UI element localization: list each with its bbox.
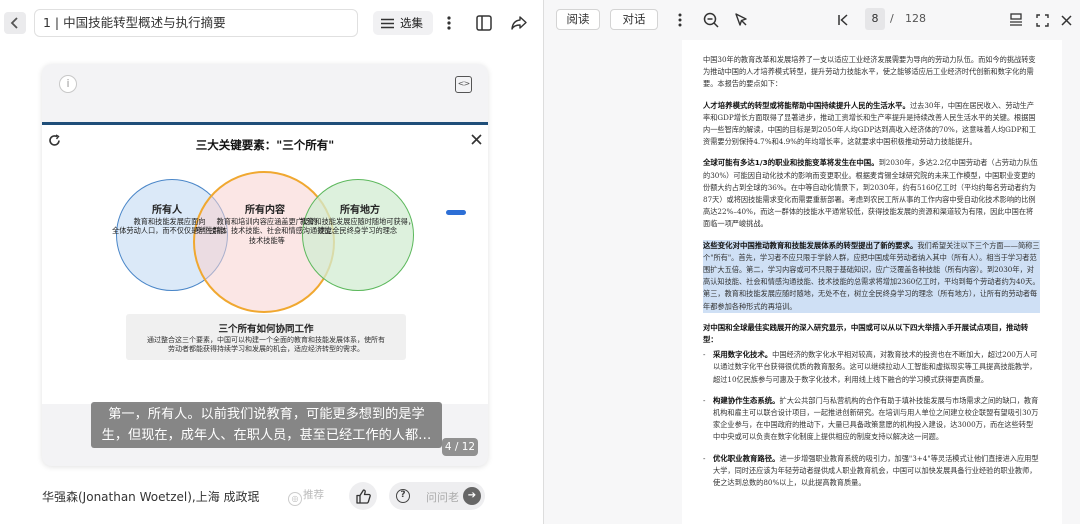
ask-teacher-input[interactable]: ? 问问老 ➔ bbox=[389, 482, 485, 510]
doc-bullet-item: 优化职业教育路径。进一步增强职业教育系统的吸引力，加强"3+4"等灵活模式让他们… bbox=[703, 453, 1040, 490]
document-pane: 阅读 对话 8 / 128 中国30年的教育改革和发展培养了一支以适应工业经济发… bbox=[544, 0, 1080, 524]
document-page: 中国30年的教育改革和发展培养了一支以适应工业经济发展需要为导向的劳动力队伍。而… bbox=[682, 40, 1062, 524]
venn-label-people: 所有人 bbox=[152, 205, 182, 216]
share-icon bbox=[511, 16, 527, 30]
doc-more-icon[interactable] bbox=[670, 10, 690, 30]
doc-paragraph-2-text: 到2030年，多达2.2亿中国劳动者（占劳动力队伍的30%）可能因自动化技术的影… bbox=[703, 158, 1038, 229]
sidebar-icon bbox=[476, 15, 492, 31]
page-separator: / bbox=[890, 12, 894, 25]
chevron-left-icon bbox=[10, 17, 18, 29]
info-icon[interactable]: i bbox=[59, 75, 77, 93]
doc-bullet-heading: 优化职业教育路径。 bbox=[713, 453, 780, 463]
synergy-box: 三个所有如何协同工作 通过整合这三个要素，中国可以构建一个全面的教育和技能发展体… bbox=[126, 314, 406, 360]
slide-page-badge: 4 / 12 bbox=[442, 438, 478, 456]
doc-paragraph-1-heading: 人才培养模式的转型或将能帮助中国持续提升人民的生活水平。 bbox=[703, 100, 910, 110]
more-vertical-icon bbox=[447, 16, 451, 30]
chapter-title[interactable]: 1 | 中国技能转型概述与执行摘要 bbox=[34, 9, 358, 37]
back-button[interactable] bbox=[4, 12, 26, 34]
zoom-out-icon[interactable] bbox=[701, 10, 721, 30]
first-page-icon[interactable] bbox=[833, 10, 853, 30]
layout-icon[interactable] bbox=[1006, 10, 1026, 30]
subtitle-caption: 第一，所有人。以前我们说教育，可能更多想到的是学生，但现在，成年人、在职人员，甚… bbox=[91, 402, 442, 448]
episode-select-label: 选集 bbox=[400, 16, 423, 30]
video-player[interactable]: i <> 三大关键要素："三个所有" 所有人 所有内容 所有地方 教育和技能发展 bbox=[42, 64, 488, 466]
doc-bullet-heading: 采用数字化技术。 bbox=[713, 350, 773, 360]
more-options-button[interactable] bbox=[437, 11, 461, 35]
venn-label-places: 所有地方 bbox=[340, 205, 380, 216]
synergy-title: 三个所有如何协同工作 bbox=[218, 324, 314, 335]
doc-paragraph-2: 全球可能有多达1/3的职业和技能变革将发生在中国。到2030年，多达2.2亿中国… bbox=[703, 157, 1040, 230]
episode-select-button[interactable]: 选集 bbox=[373, 11, 433, 35]
doc-paragraph-1: 人才培养模式的转型或将能帮助中国持续提升人民的生活水平。过去30年，中国在居民收… bbox=[703, 100, 1040, 149]
doc-bullet-item: 构建协作生态系统。扩大公共部门与私营机构的合作有助于填补技能发展与市场需求之间的… bbox=[703, 395, 1040, 444]
arrow-right-icon[interactable]: ➔ bbox=[463, 487, 481, 505]
question-icon: ? bbox=[396, 489, 410, 503]
carousel-indicator bbox=[446, 210, 466, 215]
doc-bullet-heading: 构建协作生态系统。 bbox=[713, 395, 780, 405]
ask-teacher-placeholder: 问问老 bbox=[426, 491, 459, 504]
fullscreen-icon[interactable] bbox=[1032, 10, 1052, 30]
video-pane: 1 | 中国技能转型概述与执行摘要 选集 i <> 三大关键要素："三个所有" … bbox=[0, 0, 543, 524]
slide-content: 三大关键要素："三个所有" 所有人 所有内容 所有地方 教育和技能发展应面向 全… bbox=[42, 122, 488, 404]
doc-bullet-item: 采用数字化技术。中国经济的数字化水平相对较高，对教育技术的投资也在不断加大，超过… bbox=[703, 349, 1040, 386]
close-document-icon[interactable] bbox=[1056, 10, 1076, 30]
doc-paragraph-3-highlighted[interactable]: 这些变化对中国推动教育和技能发展体系的转型提出了新的要求。我们希望关注以下三个方… bbox=[703, 239, 1040, 313]
venn-text-places: 教育和技能发展应随时随地可获得， 建立全民终身学习的理念 bbox=[300, 217, 416, 236]
fit-screen-icon[interactable]: <> bbox=[455, 76, 472, 93]
doc-section-heading: 对中国和全球最佳实践展开的深入研究显示，中国或可以从以下四大举措入手开展试点项目… bbox=[703, 322, 1029, 345]
page-number-input[interactable]: 8 bbox=[865, 8, 885, 30]
like-button[interactable] bbox=[349, 482, 377, 510]
synergy-text: 通过整合这三个要素，中国可以构建一个全面的教育和技能发展体系，使所有劳动者都能获… bbox=[147, 336, 385, 354]
share-button[interactable] bbox=[507, 11, 531, 35]
page-total: 128 bbox=[905, 12, 926, 25]
recommend-label: 推荐 bbox=[303, 489, 324, 501]
tab-read[interactable]: 阅读 bbox=[556, 9, 600, 30]
doc-paragraph-3-heading: 这些变化对中国推动教育和技能发展体系的转型提出了新的要求。 bbox=[703, 240, 918, 250]
thumbs-up-icon bbox=[355, 488, 371, 504]
author-name[interactable]: 华强森(Jonathan Woetzel),上海 成政珉… bbox=[42, 488, 260, 505]
app-window: 1 | 中国技能转型概述与执行摘要 选集 i <> 三大关键要素："三个所有" … bbox=[0, 0, 1080, 524]
slide-title: 三大关键要素："三个所有" bbox=[195, 138, 335, 152]
toggle-panel-button[interactable] bbox=[472, 11, 496, 35]
document-toolbar: 阅读 对话 8 / 128 bbox=[544, 0, 1080, 38]
doc-paragraph-3-text: 我们希望关注以下三个方面——简称三个"所有"。首先，学习者不应只限于学龄人群，应… bbox=[703, 240, 1040, 311]
pointer-icon[interactable] bbox=[731, 10, 751, 30]
venn-label-content: 所有内容 bbox=[245, 205, 285, 216]
doc-intro: 中国30年的教育改革和发展培养了一支以适应工业经济发展需要为导向的劳动力队伍。而… bbox=[703, 55, 1036, 89]
tab-chat[interactable]: 对话 bbox=[610, 9, 658, 30]
list-icon bbox=[381, 18, 394, 28]
doc-bullet-list: 采用数字化技术。中国经济的数字化水平相对较高，对教育技术的投资也在不断加大，超过… bbox=[703, 349, 1040, 489]
recommend-icon: ◎ bbox=[288, 492, 302, 506]
doc-paragraph-2-heading: 全球可能有多达1/3的职业和技能变革将发生在中国。 bbox=[703, 158, 879, 168]
recommend-button[interactable]: ◎ 推荐 bbox=[288, 487, 324, 506]
video-footer: 华强森(Jonathan Woetzel),上海 成政珉… ◎ 推荐 ? 问问老 … bbox=[0, 478, 543, 514]
video-toolbar: 1 | 中国技能转型概述与执行摘要 选集 bbox=[0, 0, 543, 46]
